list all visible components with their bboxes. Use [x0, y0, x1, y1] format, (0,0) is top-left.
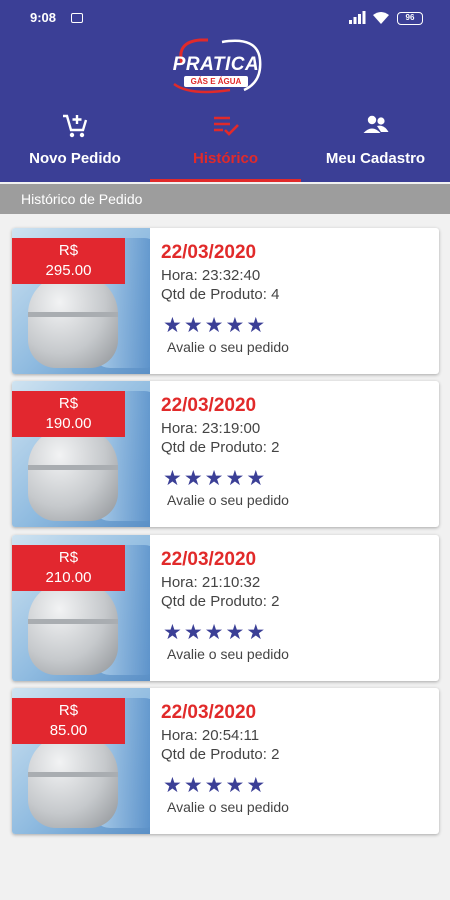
star-icon[interactable]: ★ [225, 775, 244, 796]
status-time: 9:08 [30, 10, 57, 25]
order-date: 22/03/2020 [161, 242, 257, 263]
star-icon[interactable]: ★ [163, 315, 182, 336]
battery-icon: 96 [397, 12, 423, 25]
cylinder-band [28, 465, 118, 470]
rating-stars[interactable]: ★★★★★ [163, 775, 267, 796]
star-icon[interactable]: ★ [205, 468, 224, 489]
screenshot-icon [71, 13, 83, 23]
order-time: Hora: 23:32:40 [161, 267, 261, 284]
price-value: 295.00 [45, 262, 92, 279]
product-image: R$ 210.00 [12, 535, 150, 681]
product-image: R$ 295.00 [12, 228, 150, 374]
price-value: 85.00 [49, 722, 88, 739]
rating-stars[interactable]: ★★★★★ [163, 622, 267, 643]
star-icon[interactable]: ★ [163, 775, 182, 796]
order-time: Hora: 21:10:32 [161, 574, 261, 591]
tab-label: Novo Pedido [29, 150, 121, 167]
tab-label: Meu Cadastro [325, 150, 426, 167]
rate-order-label: Avalie o seu pedido [167, 799, 289, 815]
order-price-badge: R$ 210.00 [12, 545, 125, 591]
app-logo: PRATICA GÁS E ÁGUA [160, 34, 270, 96]
price-value: 190.00 [45, 415, 92, 432]
signal-icon [349, 11, 366, 24]
cart-add-icon [63, 114, 88, 138]
star-icon[interactable]: ★ [225, 315, 244, 336]
order-date: 22/03/2020 [161, 549, 257, 570]
tab-novo-pedido[interactable]: Novo Pedido [0, 108, 150, 182]
rating-stars[interactable]: ★★★★★ [163, 315, 267, 336]
star-icon[interactable]: ★ [225, 622, 244, 643]
order-time: Hora: 20:54:11 [161, 727, 260, 744]
cylinder-body [28, 734, 118, 828]
rate-order-label: Avalie o seu pedido [167, 339, 289, 355]
star-icon[interactable]: ★ [205, 775, 224, 796]
rating-stars[interactable]: ★★★★★ [163, 468, 267, 489]
star-icon[interactable]: ★ [246, 468, 265, 489]
order-time: Hora: 23:19:00 [161, 420, 261, 437]
star-icon[interactable]: ★ [225, 468, 244, 489]
people-icon [363, 115, 389, 133]
cylinder-body [28, 427, 118, 521]
cylinder-band [28, 619, 118, 624]
section-title: Histórico de Pedido [21, 191, 143, 207]
order-quantity: Qtd de Produto: 2 [161, 439, 280, 456]
product-image: R$ 85.00 [12, 688, 150, 834]
rate-order-label: Avalie o seu pedido [167, 646, 289, 662]
star-icon[interactable]: ★ [205, 315, 224, 336]
status-bar: 9:08 96 [0, 0, 450, 34]
star-icon[interactable]: ★ [184, 775, 203, 796]
cylinder-band [28, 772, 118, 777]
order-card[interactable]: R$ 190.00 22/03/2020 Hora: 23:19:00 Qtd … [12, 381, 439, 527]
price-currency: R$ [58, 549, 79, 566]
star-icon[interactable]: ★ [205, 622, 224, 643]
list-check-icon [214, 116, 239, 136]
star-icon[interactable]: ★ [184, 468, 203, 489]
order-quantity: Qtd de Produto: 2 [161, 746, 280, 763]
star-icon[interactable]: ★ [246, 775, 265, 796]
tab-meu-cadastro[interactable]: Meu Cadastro [301, 108, 450, 182]
order-date: 22/03/2020 [161, 702, 257, 723]
order-price-badge: R$ 295.00 [12, 238, 125, 284]
rate-order-label: Avalie o seu pedido [167, 492, 289, 508]
order-card[interactable]: R$ 295.00 22/03/2020 Hora: 23:32:40 Qtd … [12, 228, 439, 374]
app-header: 9:08 96 PRATICA GÁS E ÁGUA Novo Pedido H… [0, 0, 450, 182]
order-price-badge: R$ 190.00 [12, 391, 125, 437]
price-currency: R$ [58, 702, 79, 719]
star-icon[interactable]: ★ [163, 622, 182, 643]
cylinder-band [28, 312, 118, 317]
logo-text: PRATICA [172, 54, 260, 75]
cylinder-body [28, 581, 118, 675]
price-currency: R$ [58, 395, 79, 412]
section-header: Histórico de Pedido [0, 184, 450, 214]
price-value: 210.00 [45, 569, 92, 586]
star-icon[interactable]: ★ [246, 315, 265, 336]
order-price-badge: R$ 85.00 [12, 698, 125, 744]
star-icon[interactable]: ★ [246, 622, 265, 643]
star-icon[interactable]: ★ [163, 468, 182, 489]
cylinder-body [28, 274, 118, 368]
product-image: R$ 190.00 [12, 381, 150, 527]
tab-historico[interactable]: Histórico [150, 108, 301, 182]
order-quantity: Qtd de Produto: 4 [161, 286, 280, 303]
star-icon[interactable]: ★ [184, 315, 203, 336]
active-tab-indicator [150, 179, 301, 182]
price-currency: R$ [58, 242, 79, 259]
wifi-icon [373, 12, 389, 24]
order-quantity: Qtd de Produto: 2 [161, 593, 280, 610]
tab-label: Histórico [192, 150, 258, 167]
order-date: 22/03/2020 [161, 395, 257, 416]
order-card[interactable]: R$ 85.00 22/03/2020 Hora: 20:54:11 Qtd d… [12, 688, 439, 834]
order-card[interactable]: R$ 210.00 22/03/2020 Hora: 21:10:32 Qtd … [12, 535, 439, 681]
logo-subtitle: GÁS E ÁGUA [184, 76, 248, 87]
star-icon[interactable]: ★ [184, 622, 203, 643]
